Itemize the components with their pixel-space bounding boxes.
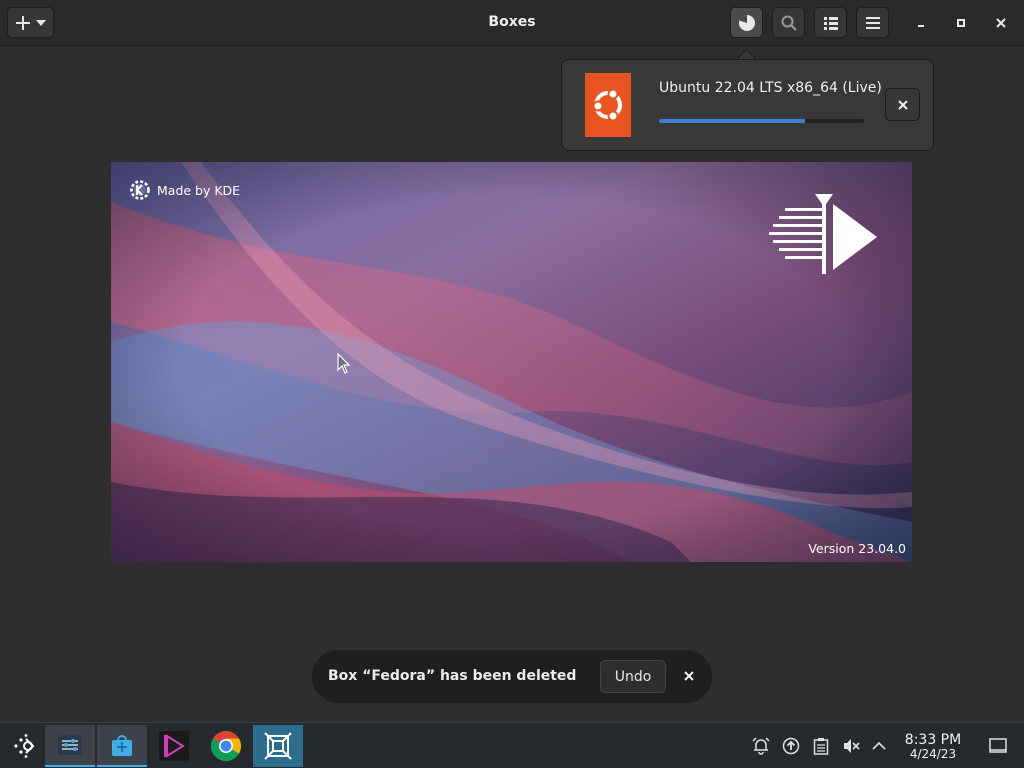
tray-notifications[interactable] [750,735,772,757]
system-settings-icon [58,735,82,755]
discover-store-icon [112,735,132,756]
show-desktop-icon [989,738,1007,753]
ubuntu-logo-icon [585,73,631,137]
plus-icon [15,15,30,30]
list-view-icon [823,16,838,30]
close-icon [684,671,694,681]
taskbar-discover[interactable] [97,725,147,767]
kdenlive-icon [159,731,189,761]
toast-close-button[interactable] [678,665,700,687]
clock-time[interactable]: 8:33 PM [894,732,972,748]
maximize-button[interactable] [949,11,973,35]
chevron-down-icon [35,19,46,26]
show-desktop-button[interactable] [987,735,1009,757]
taskbar-system-settings[interactable] [45,725,95,767]
box-display[interactable]: Made by KDE Version 23.04.0 [111,162,912,562]
maximize-icon [957,19,965,27]
search-button[interactable] [772,7,805,38]
tray-volume[interactable] [840,735,862,757]
close-window-button[interactable] [989,11,1013,35]
minimize-icon [918,25,924,27]
notifications-icon [752,737,770,755]
list-view-button[interactable] [814,7,847,38]
app-launcher-button[interactable] [0,725,50,767]
version-label: Version 23.04.0 [808,541,906,556]
clipboard-icon [813,738,829,755]
tray-show-hidden[interactable] [868,735,890,757]
search-icon [781,15,797,31]
kde-gear-icon [130,180,150,200]
undo-button[interactable]: Undo [600,660,666,693]
download-progress-bar [659,119,864,123]
taskbar-chrome[interactable] [201,725,251,767]
kdenlive-logo-icon [769,194,877,274]
volume-muted-icon [844,739,860,753]
download-name: Ubuntu 22.04 LTS x86_64 (Live) [659,80,882,96]
mouse-cursor-icon [337,353,351,374]
boxes-icon [264,732,292,760]
downloads-popover: Ubuntu 22.04 LTS x86_64 (Live) [561,59,934,151]
downloads-icon [738,14,755,31]
show-hidden-icon [872,741,886,750]
tray-updates[interactable] [780,735,802,757]
chrome-icon [210,731,242,762]
header-bar: Boxes [0,0,1024,46]
close-icon [996,18,1006,28]
made-by-kde: Made by KDE [129,179,240,201]
tray-clipboard[interactable] [810,735,832,757]
cancel-download-button[interactable] [885,88,920,121]
taskbar-boxes[interactable] [253,725,303,767]
updates-icon [782,737,800,755]
downloads-button[interactable] [730,7,763,38]
taskbar [0,722,1024,768]
main-menu-button[interactable] [856,7,889,38]
deleted-toast: Box “Fedora” has been deleted Undo [312,650,712,703]
toast-message: Box “Fedora” has been deleted [328,668,577,684]
menu-icon [865,16,880,29]
download-progress-fill [659,119,805,123]
clock-date[interactable]: 4/24/23 [894,747,972,761]
new-box-button[interactable] [7,7,54,38]
close-icon [897,99,908,110]
minimize-button[interactable] [909,11,933,35]
steamdeck-launcher-icon [14,734,35,758]
made-by-label: Made by KDE [157,182,241,198]
taskbar-kdenlive[interactable] [149,725,199,767]
